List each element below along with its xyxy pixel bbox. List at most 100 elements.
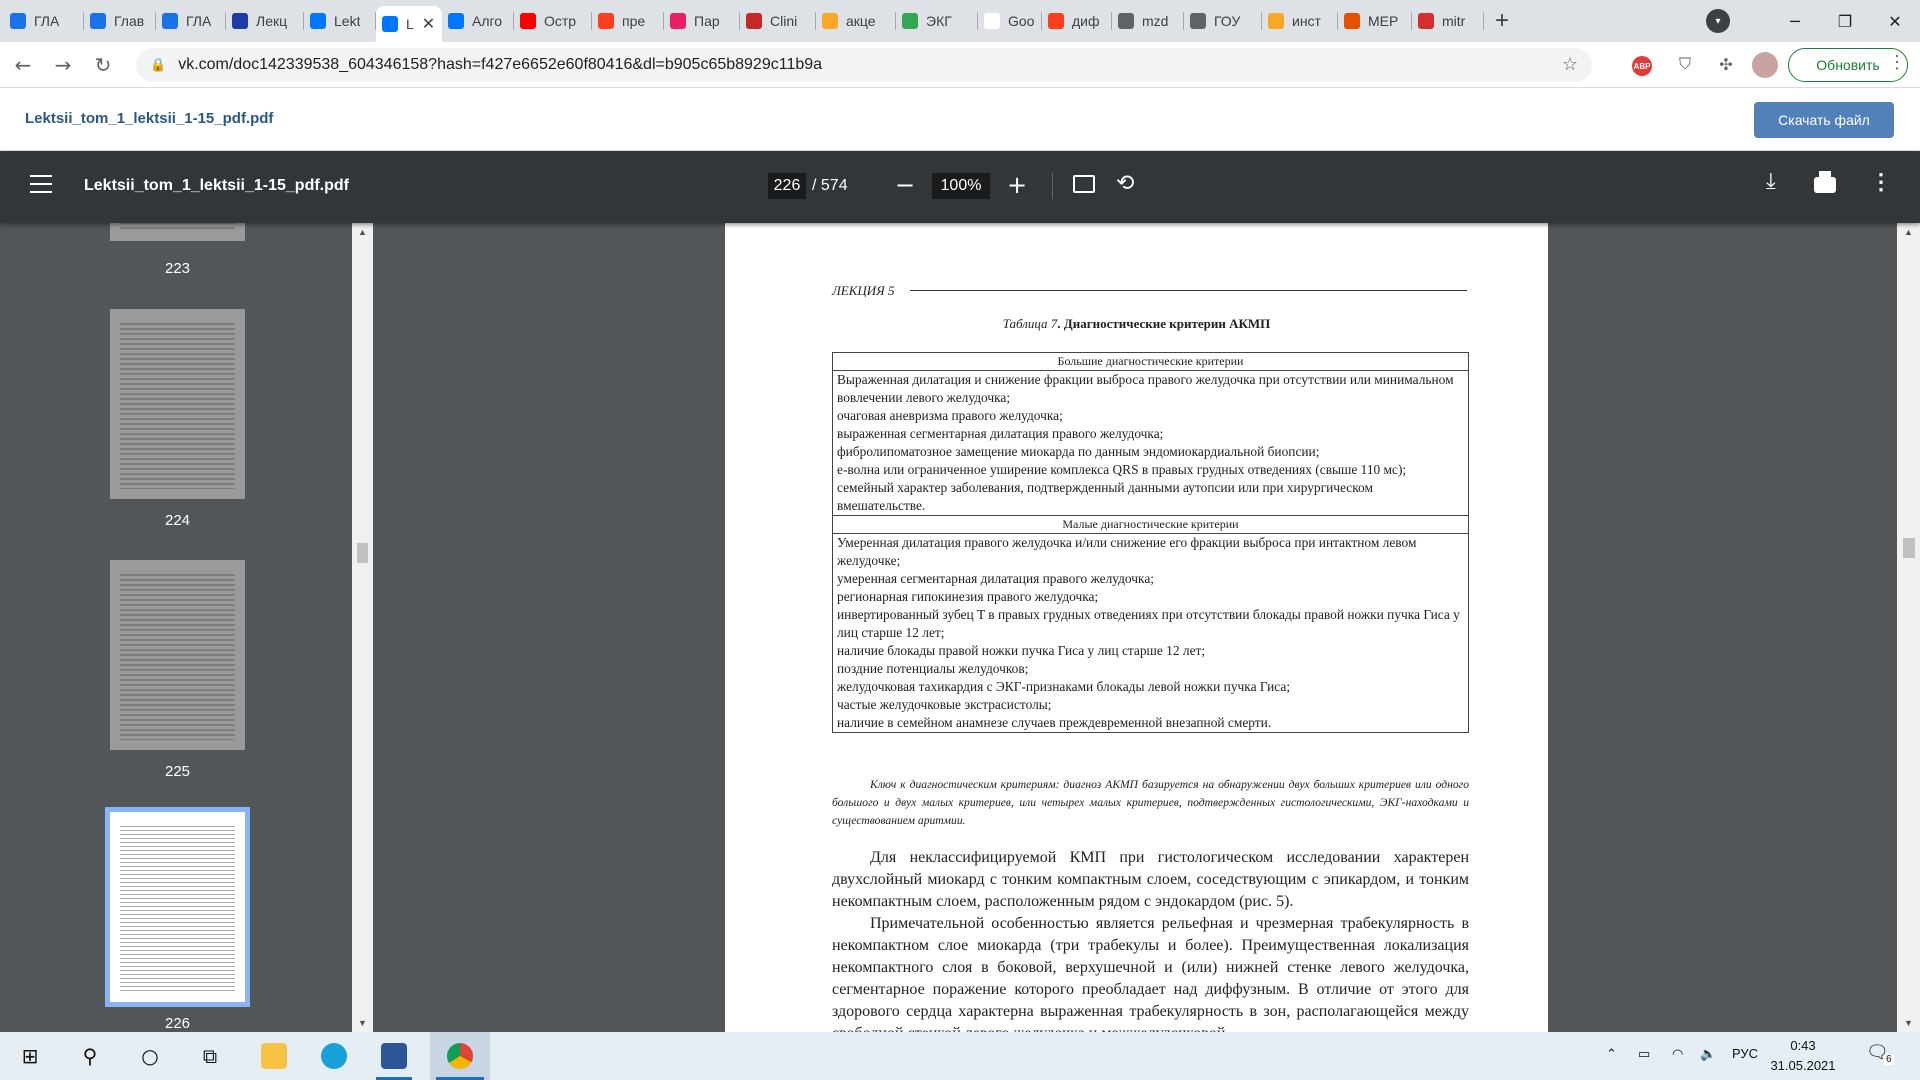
tab-strip: ГЛА Глав ГЛА Лекц Lekt L ✕ Алго Остр пре Пар Clini а…: [0, 0, 1920, 42]
word-icon[interactable]: [370, 1032, 418, 1080]
vk-doc-header: Lektsii_tom_1_lektsii_1-15_pdf.pdf Скача…: [0, 88, 1920, 151]
cortana-icon[interactable]: ○: [126, 1032, 174, 1080]
criteria-item: Умеренная дилатация правого желудочка и/…: [837, 535, 1417, 568]
tab-search-icon[interactable]: ▾: [1706, 9, 1730, 33]
download-file-button[interactable]: Скачать файл: [1754, 102, 1894, 138]
tab-label: Clini: [770, 13, 798, 29]
extensions-puzzle-icon[interactable]: ✣: [1713, 52, 1739, 78]
task-view-icon[interactable]: ⧉: [186, 1032, 234, 1080]
close-window-icon[interactable]: ✕: [1870, 0, 1920, 42]
forward-icon[interactable]: →: [46, 48, 80, 82]
search-icon[interactable]: ⚲: [66, 1032, 114, 1080]
viewer-scroll-thumb[interactable]: [1903, 538, 1915, 558]
tab-favicon-icon: [90, 13, 106, 29]
reload-icon[interactable]: ↻: [86, 48, 120, 82]
sidebar-scroll-thumb[interactable]: [357, 543, 368, 563]
browser-tab[interactable]: Глав: [84, 0, 156, 42]
thumbnail-page-223[interactable]: [110, 223, 245, 241]
thumbnail-label: 225: [164, 763, 191, 780]
viewer-scrollbar[interactable]: ▲ ▼: [1897, 223, 1920, 1032]
pdf-download-icon[interactable]: ⤓: [1766, 169, 1776, 194]
browser-tab[interactable]: ГОУ: [1184, 0, 1262, 42]
browser-tab[interactable]: mitr: [1412, 0, 1484, 42]
tab-favicon-icon: [520, 13, 536, 29]
browser-tab[interactable]: пре: [592, 0, 664, 42]
scroll-down-arrow-icon[interactable]: ▼: [358, 1018, 367, 1028]
battery-icon[interactable]: ▭: [1638, 1046, 1650, 1062]
thumbnail-sidebar: 223 224 225 226: [0, 223, 352, 1032]
tab-favicon-icon: [1190, 13, 1206, 29]
tab-label: Лекц: [256, 13, 288, 29]
browser-tab[interactable]: Пар: [664, 0, 740, 42]
browser-tab[interactable]: Алго: [442, 0, 514, 42]
profile-avatar[interactable]: [1752, 52, 1778, 78]
chrome-menu-icon[interactable]: ⋮: [1888, 52, 1906, 73]
thumbnail-page-226[interactable]: [105, 807, 250, 1007]
chrome-icon[interactable]: [430, 1032, 490, 1080]
tab-label: Остр: [544, 13, 577, 29]
volume-icon[interactable]: 🔈: [1700, 1046, 1716, 1062]
close-tab-icon[interactable]: ✕: [422, 14, 435, 34]
browser-tab[interactable]: ЭКГ: [896, 0, 978, 42]
rotate-icon[interactable]: ⟲: [1116, 171, 1134, 196]
criteria-item: наличие блокады правой ножки пучка Гиса …: [837, 643, 1206, 658]
browser-tab[interactable]: mzd: [1112, 0, 1184, 42]
windows-start-icon[interactable]: ⊞: [6, 1032, 54, 1080]
fit-page-icon[interactable]: [1073, 175, 1095, 193]
zoom-out-icon[interactable]: −: [895, 171, 915, 199]
clock[interactable]: 0:43 31.05.2021: [1758, 1036, 1848, 1076]
address-bar[interactable]: 🔒 vk.com/doc142339538_604346158?hash=f42…: [136, 48, 1592, 82]
sidebar-scrollbar[interactable]: ▲ ▼: [352, 223, 373, 1032]
window-controls: ─ ❐ ✕: [1770, 0, 1920, 42]
lock-icon[interactable]: 🔒: [150, 57, 166, 73]
browser-tab[interactable]: акце: [816, 0, 896, 42]
scroll-down-arrow-icon[interactable]: ▼: [1904, 1018, 1913, 1028]
browser-tab[interactable]: ГЛА: [156, 0, 226, 42]
adblock-icon[interactable]: ABP: [1632, 56, 1652, 76]
shield-extension-icon[interactable]: ⛉: [1672, 52, 1698, 78]
thumbnail-page-224[interactable]: [110, 309, 245, 499]
sidebar-menu-icon[interactable]: [30, 175, 52, 193]
criteria-item: частые желудочковые экстрасистолы;: [837, 697, 1052, 712]
tab-label: mzd: [1142, 13, 1169, 29]
scroll-up-arrow-icon[interactable]: ▲: [1904, 227, 1913, 237]
criteria-item: желудочковая тахикардия с ЭКГ-признаками…: [837, 679, 1291, 694]
bookmark-star-icon[interactable]: ☆: [1562, 54, 1578, 75]
tab-label: МЕР: [1368, 13, 1399, 29]
tab-favicon-icon: [902, 13, 918, 29]
wifi-icon[interactable]: ◠: [1672, 1046, 1683, 1062]
browser-tab[interactable]: Goo: [978, 0, 1042, 42]
browser-tab[interactable]: Остр: [514, 0, 592, 42]
doc-name-link[interactable]: Lektsii_tom_1_lektsii_1-15_pdf.pdf: [25, 110, 273, 127]
thumbnail-page-225[interactable]: [110, 560, 245, 750]
browser-tab[interactable]: Lekt: [304, 0, 376, 42]
show-hidden-icons[interactable]: ⌃: [1606, 1046, 1617, 1062]
tab-label: Алго: [472, 13, 503, 29]
pdf-more-icon[interactable]: ⋮: [1870, 169, 1892, 195]
zoom-in-icon[interactable]: +: [1007, 171, 1027, 199]
language-indicator[interactable]: РУС: [1732, 1046, 1758, 1061]
browser-tab[interactable]: МЕР: [1338, 0, 1412, 42]
browser-tab[interactable]: диф: [1042, 0, 1112, 42]
new-tab-button[interactable]: +: [1484, 0, 1520, 42]
browser-tab[interactable]: инст: [1262, 0, 1338, 42]
minimize-icon[interactable]: ─: [1770, 0, 1820, 42]
zoom-input[interactable]: 100%: [932, 173, 990, 199]
pdf-page: ЛЕКЦИЯ 5 Таблица 7. Диагностические крит…: [725, 223, 1548, 1032]
maximize-icon[interactable]: ❐: [1820, 0, 1870, 42]
page-number-input[interactable]: 226: [768, 173, 806, 199]
browser-tab[interactable]: Clini: [740, 0, 816, 42]
url-text[interactable]: vk.com/doc142339538_604346158?hash=f427e…: [178, 56, 822, 74]
tab-label: Lekt: [334, 13, 361, 29]
back-icon[interactable]: ←: [6, 48, 40, 82]
browser-tab[interactable]: Лекц: [226, 0, 304, 42]
minor-criteria-list: Умеренная дилатация правого желудочка и/…: [832, 533, 1469, 733]
paragraph: Примечательной особенностью является рел…: [832, 915, 1469, 1032]
print-icon[interactable]: [1814, 171, 1836, 193]
browser-tab[interactable]: ГЛА: [4, 0, 84, 42]
scroll-up-arrow-icon[interactable]: ▲: [358, 227, 367, 237]
edge-icon[interactable]: [310, 1032, 358, 1080]
browser-tab[interactable]: L ✕: [376, 6, 442, 42]
table-caption: Таблица 7. Диагностические критерии АКМП: [725, 316, 1548, 332]
file-explorer-icon[interactable]: [250, 1032, 298, 1080]
